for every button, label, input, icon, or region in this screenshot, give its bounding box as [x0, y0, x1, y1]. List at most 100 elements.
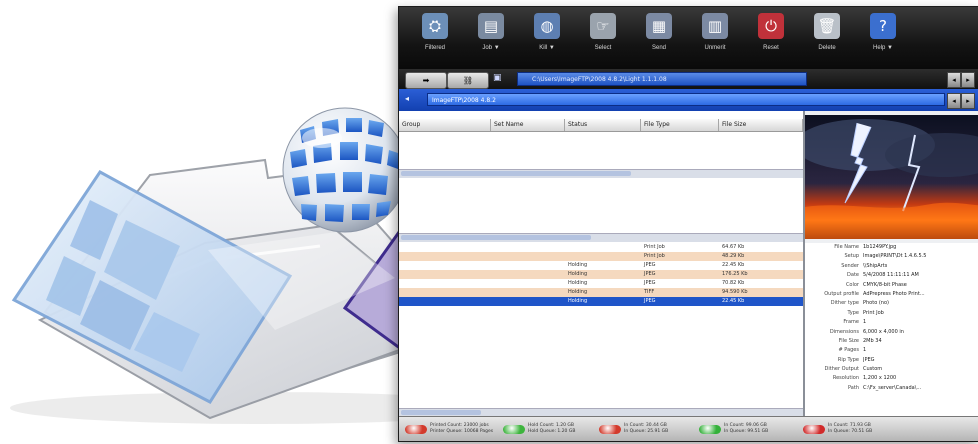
- info-key: Dither Output: [824, 366, 859, 373]
- file-cell: 22.45 Kb: [722, 262, 745, 268]
- toolbar-button-label: Help ▼: [873, 45, 893, 51]
- file-row[interactable]: Holding JPEG 22.45 Kb: [399, 297, 803, 306]
- info-key: Resolution: [832, 375, 859, 382]
- reset-icon: ⏻: [758, 13, 784, 39]
- tab-back[interactable]: ➡: [405, 72, 447, 89]
- col-set-name[interactable]: Set Name: [491, 119, 565, 131]
- info-row: Output profile AdPrepress Photo Print...: [805, 290, 978, 299]
- file-cell: [491, 297, 565, 306]
- address-input[interactable]: ImageFTP\2008 4.8.2: [427, 93, 945, 106]
- info-value: AdPrepress Photo Print...: [863, 290, 925, 297]
- file-cell: [399, 270, 491, 279]
- folder-nav-icon[interactable]: ▣: [493, 73, 511, 86]
- path-bar[interactable]: C:\Users\ImageFTP\2008 4.8.2\Light 1.1.1…: [517, 72, 807, 86]
- toolbar-button-label: Job ▼: [482, 45, 500, 51]
- scroll-left-button[interactable]: ◂: [947, 72, 961, 88]
- toolbar-button-6[interactable]: ⏻ Reset: [743, 7, 799, 67]
- address-left-button[interactable]: ◂: [947, 93, 961, 109]
- info-row: File Name 1b1249PY.jpg: [805, 243, 978, 252]
- toolbar-button-2[interactable]: ◍ Kill ▼: [519, 7, 575, 67]
- app-window: ⛭ Filtered ▤ Job ▼ ◍ Kill ▼ ☞ Select ▦ Send ▥ Unmer…: [398, 6, 978, 442]
- info-key: Dimensions: [829, 328, 859, 335]
- info-row: Frame 1: [805, 318, 978, 327]
- toolbar-button-label: Unmerit: [704, 45, 726, 51]
- info-key: # Pages: [838, 347, 860, 354]
- status-text: In Count: 99.06 GB In Queue: 99.51 GB: [724, 423, 768, 435]
- info-key: File Size: [838, 337, 859, 344]
- file-cell: Holding: [568, 280, 588, 286]
- info-value: Print Job: [863, 309, 884, 316]
- info-key: Sender: [841, 262, 859, 269]
- status-text: In Count: 71.93 GB In Queue: 70.51 GB: [828, 423, 872, 435]
- status-group: In Count: 30.44 GB In Queue: 25.91 GB: [599, 421, 668, 437]
- file-row[interactable]: Print Job 48.29 Kb: [399, 252, 803, 261]
- info-key: Frame: [843, 319, 859, 326]
- file-list: Print Job 64.67 Kb Print Job 48.29 Kb Holdin…: [399, 243, 803, 306]
- col-status[interactable]: Status: [565, 119, 641, 131]
- toolbar-button-7[interactable]: 🗑 Delete: [799, 7, 855, 67]
- info-value: 2Mb 34: [863, 337, 882, 344]
- address-right-button[interactable]: ▸: [961, 93, 975, 109]
- toolbar-button-label: Reset: [763, 45, 779, 51]
- file-cell: Holding: [568, 271, 588, 277]
- upper-hscrollbar[interactable]: [399, 169, 803, 178]
- file-cell: [399, 252, 491, 261]
- file-cell: JPEG: [644, 262, 656, 268]
- info-row: Color CMYK/8-bit Phase: [805, 281, 978, 290]
- file-row[interactable]: Holding JPEG 176.25 Kb: [399, 270, 803, 279]
- job-list-pane: Group Set Name Status File Type File Siz…: [399, 111, 803, 417]
- info-value: CMYK/8-bit Phase: [863, 281, 907, 288]
- info-value: \\ShipArts: [863, 262, 888, 269]
- toolbar-button-0[interactable]: ⛭ Filtered: [407, 7, 463, 67]
- info-key: Setup: [844, 253, 859, 260]
- toolbar-button-8[interactable]: ? Help ▼: [855, 7, 911, 67]
- col-group[interactable]: Group: [399, 119, 491, 131]
- info-key: Output profile: [824, 290, 859, 297]
- status-light-icon: [699, 424, 721, 434]
- file-cell: [399, 288, 491, 297]
- file-row[interactable]: Holding TIFF 94.590 Kb: [399, 288, 803, 297]
- tab-forward[interactable]: ⛓: [447, 72, 489, 89]
- status-line-2: In Queue: 70.51 GB: [828, 429, 873, 434]
- status-light-icon: [599, 424, 621, 434]
- toolbar-button-label: Send: [651, 45, 666, 51]
- info-key: Rip Type: [837, 356, 859, 363]
- info-value: JPEG: [863, 356, 875, 363]
- info-row: Sender \\ShipArts: [805, 262, 978, 271]
- status-text: In Count: 30.44 GB In Queue: 25.91 GB: [624, 423, 668, 435]
- col-file-size[interactable]: File Size: [719, 119, 803, 131]
- file-cell: [491, 270, 565, 279]
- file-cell: 64.67 Kb: [722, 244, 745, 250]
- info-row: Setup Image\PRINT\Dt 1.4.6.5.5: [805, 252, 978, 261]
- middle-hscrollbar[interactable]: [399, 233, 803, 242]
- toolbar-button-3[interactable]: ☞ Select: [575, 7, 631, 67]
- info-row: Dither Output Custom: [805, 365, 978, 374]
- job-icon: ▤: [478, 13, 504, 39]
- status-group: Printed Count: 23000 jobs Printer Queue: …: [405, 421, 493, 437]
- file-row[interactable]: Print Job 64.67 Kb: [399, 243, 803, 252]
- file-cell: 48.29 Kb: [722, 253, 745, 259]
- status-group: In Count: 71.93 GB In Queue: 70.51 GB: [803, 421, 872, 437]
- toolbar-button-1[interactable]: ▤ Job ▼: [463, 7, 519, 67]
- info-key: Color: [845, 281, 859, 288]
- file-cell: 22.45 Kb: [722, 298, 745, 304]
- status-line-2: Printer Queue: 10068 Pages: [430, 429, 494, 434]
- file-cell: Holding: [568, 262, 588, 268]
- toolbar-button-5[interactable]: ▥ Unmerit: [687, 7, 743, 67]
- file-cell: [399, 279, 491, 288]
- info-value: 1b1249PY.jpg: [863, 244, 897, 250]
- toolbar-button-4[interactable]: ▦ Send: [631, 7, 687, 67]
- info-row: Resolution 1,200 x 1200: [805, 374, 978, 383]
- file-cell: [491, 279, 565, 288]
- file-row[interactable]: Holding JPEG 70.82 Kb: [399, 279, 803, 288]
- arrow-left-icon: ➡: [422, 76, 430, 85]
- status-line-2: Hold Queue: 1.20 GB: [528, 429, 576, 434]
- col-file-type[interactable]: File Type: [641, 119, 719, 131]
- back-arrow-icon[interactable]: ◂: [405, 94, 421, 106]
- info-row: Dither type Photo (no): [805, 299, 978, 308]
- file-row[interactable]: Holding JPEG 22.45 Kb: [399, 261, 803, 270]
- status-line-2: In Queue: 99.51 GB: [724, 429, 769, 434]
- status-text: Hold Count: 1.20 GB Hold Queue: 1.20 GB: [528, 423, 575, 435]
- scroll-right-button[interactable]: ▸: [961, 72, 975, 88]
- status-line-2: In Queue: 25.91 GB: [624, 429, 669, 434]
